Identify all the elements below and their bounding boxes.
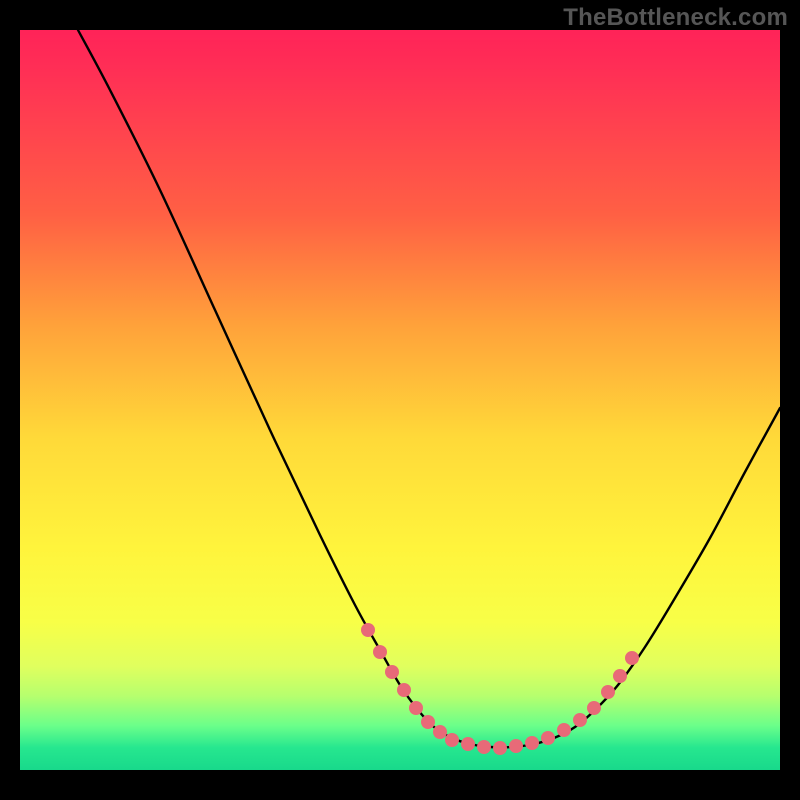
- chart-frame: TheBottleneck.com: [0, 0, 800, 800]
- data-dots: [361, 623, 639, 755]
- data-dot: [397, 683, 411, 697]
- plot-area: [20, 30, 780, 770]
- data-dot: [509, 739, 523, 753]
- data-dot: [613, 669, 627, 683]
- data-dot: [373, 645, 387, 659]
- data-dot: [461, 737, 475, 751]
- data-dot: [525, 736, 539, 750]
- data-dot: [409, 701, 423, 715]
- data-dot: [361, 623, 375, 637]
- curve-svg: [20, 30, 780, 770]
- bottleneck-curve: [78, 30, 780, 747]
- data-dot: [541, 731, 555, 745]
- data-dot: [385, 665, 399, 679]
- data-dot: [601, 685, 615, 699]
- data-dot: [557, 723, 571, 737]
- watermark-text: TheBottleneck.com: [563, 4, 788, 32]
- data-dot: [587, 701, 601, 715]
- data-dot: [625, 651, 639, 665]
- data-dot: [445, 733, 459, 747]
- data-dot: [493, 741, 507, 755]
- data-dot: [421, 715, 435, 729]
- data-dot: [433, 725, 447, 739]
- data-dot: [477, 740, 491, 754]
- data-dot: [573, 713, 587, 727]
